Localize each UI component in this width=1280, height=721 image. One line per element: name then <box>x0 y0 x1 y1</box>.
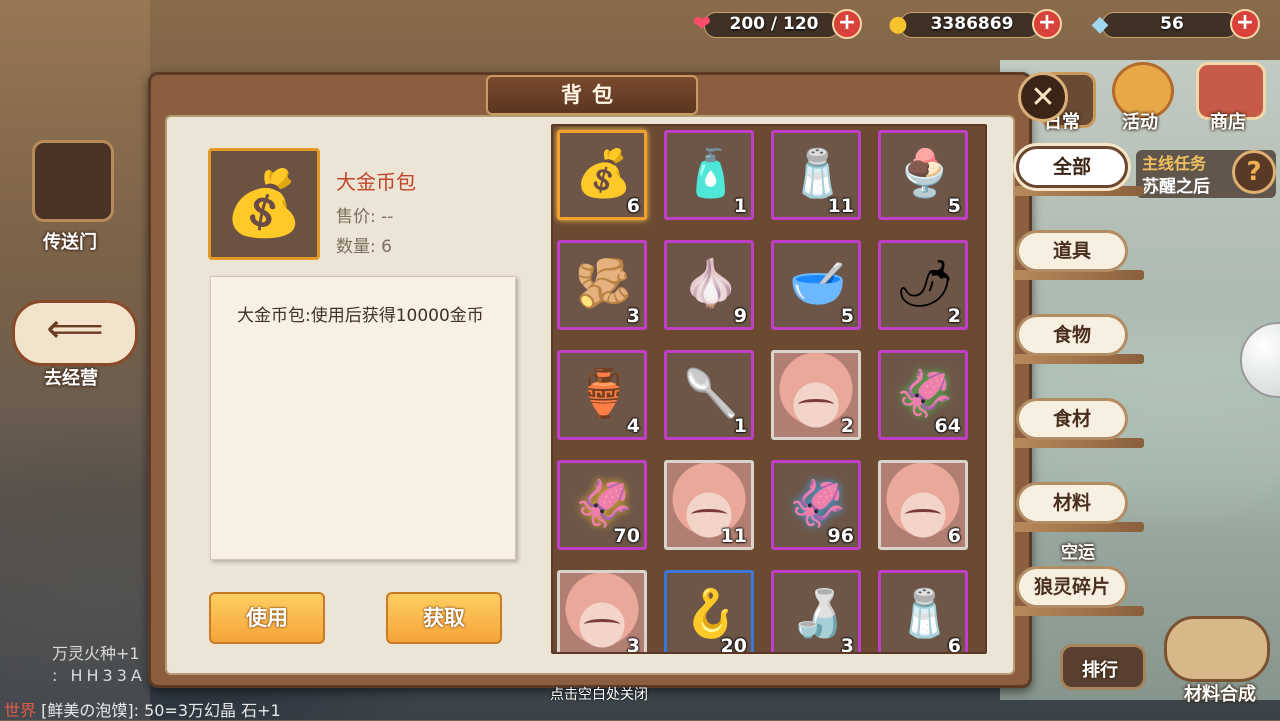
crystal-counter: ◆ 56 + <box>1084 8 1260 40</box>
slot-count: 5 <box>947 195 961 217</box>
luck-label[interactable]: 空运 <box>1048 538 1108 563</box>
chat-channel: 世界 <box>4 701 37 720</box>
quest-name: 苏醒之后 <box>1142 177 1210 197</box>
slot-count: 20 <box>720 635 747 654</box>
slot-count: 64 <box>934 415 961 437</box>
selected-item-thumbnail: 💰 <box>208 148 320 260</box>
slot-count: 11 <box>720 525 747 547</box>
use-button[interactable]: 使用 <box>209 592 325 644</box>
inventory-slot[interactable]: 🍨 5 <box>878 130 968 220</box>
panel-title: 背包 <box>486 75 698 115</box>
add-crystal-button[interactable]: + <box>1230 9 1260 39</box>
slot-count: 3 <box>626 305 640 327</box>
inventory-slot[interactable]: 💰 6 <box>557 130 647 220</box>
tab-category[interactable]: 材料 <box>1016 482 1128 524</box>
slot-count: 11 <box>827 195 854 217</box>
chat-message: [鲜美の泡馍]: 50=3万幻晶 石+1 <box>41 701 281 720</box>
inventory-slot[interactable]: 🪝 20 <box>664 570 754 654</box>
tab-category[interactable]: 全部 <box>1016 146 1128 188</box>
chat-line-1: 万灵火种+1 <box>52 644 140 663</box>
add-gold-button[interactable]: + <box>1032 9 1062 39</box>
inventory-slot[interactable]: 3 <box>557 570 647 654</box>
crystal-value: 56 <box>1160 14 1184 34</box>
chat-line-2: : HH33A <box>52 666 146 685</box>
inventory-slot[interactable]: 🦑 64 <box>878 350 968 440</box>
slot-count: 96 <box>827 525 854 547</box>
inventory-slot[interactable]: 11 <box>664 460 754 550</box>
inventory-slot[interactable]: 🧴 1 <box>664 130 754 220</box>
tab-category[interactable]: 食材 <box>1016 398 1128 440</box>
help-button[interactable]: ? <box>1232 150 1276 194</box>
inventory-slot[interactable]: 🫚 3 <box>557 240 647 330</box>
events-label[interactable]: 活动 <box>1108 108 1172 134</box>
inventory-slot[interactable]: 🧄 9 <box>664 240 754 330</box>
slot-count: 3 <box>840 635 854 654</box>
slot-count: 70 <box>613 525 640 547</box>
basket-icon[interactable] <box>1164 616 1270 682</box>
gold-coin-icon: ● <box>888 11 908 37</box>
inventory-slot[interactable]: 6 <box>878 460 968 550</box>
shop-label[interactable]: 商店 <box>1196 108 1260 134</box>
inventory-slot[interactable]: 🧂 6 <box>878 570 968 654</box>
slot-count: 6 <box>626 195 640 217</box>
stamina-counter: ❤ 200 / 120 + <box>686 8 862 40</box>
close-hint: 点击空白处关闭 <box>550 687 648 703</box>
inventory-slot[interactable]: 🥄 1 <box>664 350 754 440</box>
chat-line-3[interactable]: 世界 [鲜美の泡馍]: 50=3万幻晶 石+1 <box>4 697 281 721</box>
inventory-slot[interactable]: 🦑 96 <box>771 460 861 550</box>
inventory-slot[interactable]: 🥣 5 <box>771 240 861 330</box>
tab-category[interactable]: 狼灵碎片 <box>1016 566 1128 608</box>
slot-count: 2 <box>947 305 961 327</box>
gold-counter: ● 3386869 + <box>882 8 1062 40</box>
selected-item-price: 售价: -- <box>336 207 394 227</box>
slot-count: 6 <box>947 635 961 654</box>
portal-icon[interactable] <box>32 140 114 222</box>
selected-item-name: 大金币包 <box>336 170 416 194</box>
selected-item-count: 数量: 6 <box>336 237 392 257</box>
gold-value: 3386869 <box>930 14 1014 34</box>
item-description: 大金币包:使用后获得10000金币 <box>210 276 516 560</box>
rank-label[interactable]: 排行 <box>1070 656 1130 682</box>
slot-count: 4 <box>626 415 640 437</box>
inventory-slot[interactable]: 🦑 70 <box>557 460 647 550</box>
go-business-label[interactable]: 去经营 <box>26 364 116 390</box>
obtain-button[interactable]: 获取 <box>386 592 502 644</box>
stamina-value: 200 / 120 <box>729 14 819 34</box>
slot-count: 6 <box>947 525 961 547</box>
tab-category[interactable]: 食物 <box>1016 314 1128 356</box>
tab-category[interactable]: 道具 <box>1016 230 1128 272</box>
add-stamina-button[interactable]: + <box>832 9 862 39</box>
slot-count: 1 <box>733 195 747 217</box>
slot-count: 9 <box>733 305 747 327</box>
inventory-slot[interactable]: 2 <box>771 350 861 440</box>
inventory-grid[interactable]: 💰 6 🧴 1 🧂 11 🍨 5 🫚 3 🧄 9 🥣 5 🌶 2 🏺 4 🥄 1 2 🦑 64 🦑 70 11 🦑 96 6 3 🪝 20 🍶 3… <box>551 124 987 654</box>
arrow-left-icon[interactable]: ⟸ <box>12 300 138 366</box>
heart-icon: ❤ <box>692 11 712 37</box>
inventory-slot[interactable]: 🧂 11 <box>771 130 861 220</box>
quest-type: 主线任务 <box>1142 154 1207 173</box>
slot-count: 1 <box>733 415 747 437</box>
inventory-slot[interactable]: 🏺 4 <box>557 350 647 440</box>
slot-count: 3 <box>626 635 640 654</box>
portal-label[interactable]: 传送门 <box>26 228 114 254</box>
craft-label[interactable]: 材料合成 <box>1170 680 1270 706</box>
gold-bag-icon: 💰 <box>224 167 304 241</box>
inventory-slot[interactable]: 🌶 2 <box>878 240 968 330</box>
slot-count: 5 <box>840 305 854 327</box>
slot-count: 2 <box>840 415 854 437</box>
crystal-icon: ◆ <box>1091 11 1109 37</box>
inventory-slot[interactable]: 🍶 3 <box>771 570 861 654</box>
close-icon[interactable]: ✕ <box>1018 72 1068 122</box>
